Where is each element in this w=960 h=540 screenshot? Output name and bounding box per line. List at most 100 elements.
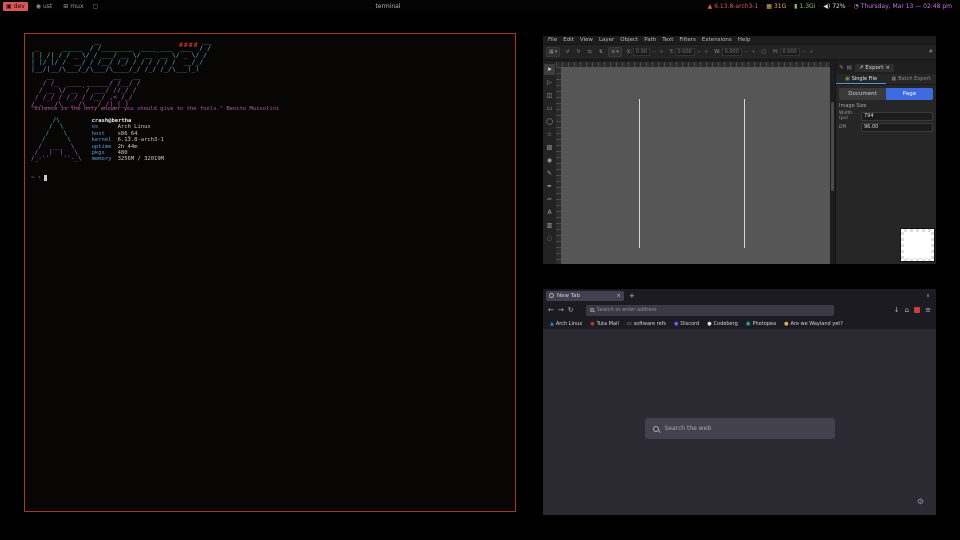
close-icon[interactable]: ×: [885, 65, 890, 71]
shape-builder-tool-button[interactable]: ◫: [544, 90, 555, 101]
menu-text[interactable]: Text: [662, 37, 673, 43]
list-all-tabs-icon[interactable]: ∨: [926, 293, 930, 299]
bookmark-folder-software-refs[interactable]: ▭software refs: [627, 321, 666, 327]
menu-object[interactable]: Object: [620, 37, 638, 43]
selector-tool-button[interactable]: ➤: [544, 64, 555, 75]
page-button[interactable]: Page: [886, 88, 933, 100]
pen-tool-button[interactable]: ✒: [544, 181, 555, 192]
arch-logo-ascii: /\ / \ / \ / \ / __ \ / | | \/_-'' ''-_\: [31, 118, 82, 163]
lock-ratio-icon[interactable]: □: [759, 49, 768, 55]
x-label: X:: [627, 49, 632, 55]
workspace-ust[interactable]: ◉ust: [33, 2, 56, 11]
close-tab-icon[interactable]: ×: [616, 293, 621, 299]
document-button[interactable]: Document: [839, 88, 886, 100]
drawn-vertical-line[interactable]: [744, 99, 745, 249]
scrollbar-thumb[interactable]: [831, 102, 834, 191]
x-input[interactable]: 0.00: [633, 48, 650, 56]
star-tool-button[interactable]: ☆: [544, 129, 555, 140]
w-plus-button[interactable]: +: [750, 49, 756, 55]
inkscape-window[interactable]: File Edit View Layer Object Path Text Fi…: [543, 36, 936, 264]
terminal-window[interactable]: __ __ _ _____ / /________ ____ ___ ___ /…: [24, 33, 516, 512]
flip-horizontal-icon[interactable]: ⇆: [586, 49, 594, 55]
back-button[interactable]: ←: [548, 306, 554, 314]
bookmark-tuta-mail[interactable]: ●Tuta Mail: [590, 321, 619, 327]
selection-mode-dropdown[interactable]: ▦▾: [546, 47, 560, 57]
layout-icon[interactable]: ▢: [93, 3, 99, 10]
menu-file[interactable]: File: [548, 37, 557, 43]
new-tab-button[interactable]: +: [629, 292, 635, 300]
bookmark-photopea[interactable]: ▣Photopea: [746, 321, 776, 327]
discord-bookmark-icon: ●: [674, 321, 678, 327]
y-input[interactable]: 0.000: [675, 48, 695, 56]
workspace-dev[interactable]: ▣dev: [3, 2, 28, 11]
export-mode-tabs: ▣Single File ▦Batch Export: [836, 74, 936, 85]
active-tab[interactable]: New Tab ×: [546, 291, 624, 301]
new-tab-page: Search the web ⚙: [543, 329, 936, 515]
download-icon[interactable]: ↓: [894, 306, 900, 314]
gradient-tool-button[interactable]: ▥: [544, 220, 555, 231]
rotate-cw-icon[interactable]: ↻: [574, 49, 582, 55]
bookmark-are-we-wayland-yet[interactable]: ●Are we Wayland yet?: [784, 321, 843, 327]
w-minus-button[interactable]: −: [743, 49, 749, 55]
width-input[interactable]: 794: [861, 112, 933, 121]
menu-view[interactable]: View: [580, 37, 593, 43]
y-plus-button[interactable]: +: [703, 49, 709, 55]
tab-single-file[interactable]: ▣Single File: [836, 74, 886, 84]
browser-window[interactable]: New Tab × + ∨ ← → ↻ Search or enter addr…: [543, 289, 936, 515]
toolbox: ➤ ▷ ◫ ▭ ◯ ☆ ▧ ◉ ✎ ✒ ✑ A ▥ ◌: [543, 62, 556, 264]
w-input[interactable]: 0.000: [722, 48, 742, 56]
reload-button[interactable]: ↻: [568, 306, 574, 314]
bookmark-arch-linux[interactable]: ▲Arch Linux: [550, 321, 582, 327]
box3d-tool-button[interactable]: ▧: [544, 142, 555, 153]
home-icon[interactable]: ⌂: [905, 306, 909, 314]
web-search-input[interactable]: Search the web: [645, 418, 835, 439]
drawn-vertical-line[interactable]: [639, 99, 640, 249]
h-minus-button[interactable]: −: [801, 49, 807, 55]
menu-help[interactable]: Help: [738, 37, 751, 43]
node-tool-button[interactable]: ▷: [544, 77, 555, 88]
width-label: Width (px): [839, 111, 859, 121]
shell-prompt[interactable]: ~ ›: [31, 174, 47, 181]
menu-path[interactable]: Path: [644, 37, 656, 43]
rotate-ccw-icon[interactable]: ↺: [563, 49, 571, 55]
menu-filters[interactable]: Filters: [679, 37, 696, 43]
w-label: W:: [714, 49, 720, 55]
dropper-tool-button[interactable]: ◌: [544, 233, 555, 244]
ellipse-tool-button[interactable]: ◯: [544, 116, 555, 127]
h-field: H:0.000−+: [773, 48, 814, 56]
ublock-extension-icon[interactable]: [914, 307, 920, 313]
workspace-mux[interactable]: ⊞mux: [60, 2, 86, 11]
rectangle-tool-button[interactable]: ▭: [544, 103, 555, 114]
tab-batch-export[interactable]: ▦Batch Export: [886, 74, 936, 84]
calligraphy-tool-button[interactable]: ✑: [544, 194, 555, 205]
pencil-tool-button[interactable]: ✎: [544, 168, 555, 179]
x-minus-button[interactable]: −: [651, 49, 657, 55]
export-dialog-tab[interactable]: ↗Export×: [855, 64, 894, 72]
y-minus-button[interactable]: −: [696, 49, 702, 55]
spiral-tool-button[interactable]: ◉: [544, 155, 555, 166]
menu-layer[interactable]: Layer: [599, 37, 614, 43]
kernel-module: ▲6.13.8-arch3-1: [708, 3, 759, 10]
bookmark-discord[interactable]: ●Discord: [674, 321, 699, 327]
forward-button[interactable]: →: [558, 306, 564, 314]
align-dropdown[interactable]: ≡▾: [608, 47, 622, 57]
flip-vertical-icon[interactable]: ⇅: [597, 49, 605, 55]
h-input[interactable]: 0.000: [780, 48, 800, 56]
menu-extensions[interactable]: Extensions: [702, 37, 732, 43]
arch-icon: ▲: [708, 3, 713, 10]
menu-icon[interactable]: ≡: [925, 306, 931, 314]
pencil-dialog-icon[interactable]: ✎: [839, 65, 844, 71]
bookmark-codeberg[interactable]: ●Codeberg: [707, 321, 738, 327]
url-bar[interactable]: Search or enter address: [586, 305, 834, 316]
menu-edit[interactable]: Edit: [563, 37, 574, 43]
arch-bookmark-icon: ▲: [550, 321, 554, 327]
swatches-dialog-icon[interactable]: ▤: [847, 65, 852, 71]
export-tab-label: Export: [865, 65, 883, 71]
x-plus-button[interactable]: +: [658, 49, 664, 55]
text-tool-button[interactable]: A: [544, 207, 555, 218]
snap-controls-icon[interactable]: #: [929, 49, 933, 55]
inkscape-canvas[interactable]: [561, 67, 830, 264]
page-settings-gear-icon[interactable]: ⚙: [917, 497, 924, 506]
h-plus-button[interactable]: +: [808, 49, 814, 55]
dpi-input[interactable]: 96.00: [861, 123, 933, 132]
